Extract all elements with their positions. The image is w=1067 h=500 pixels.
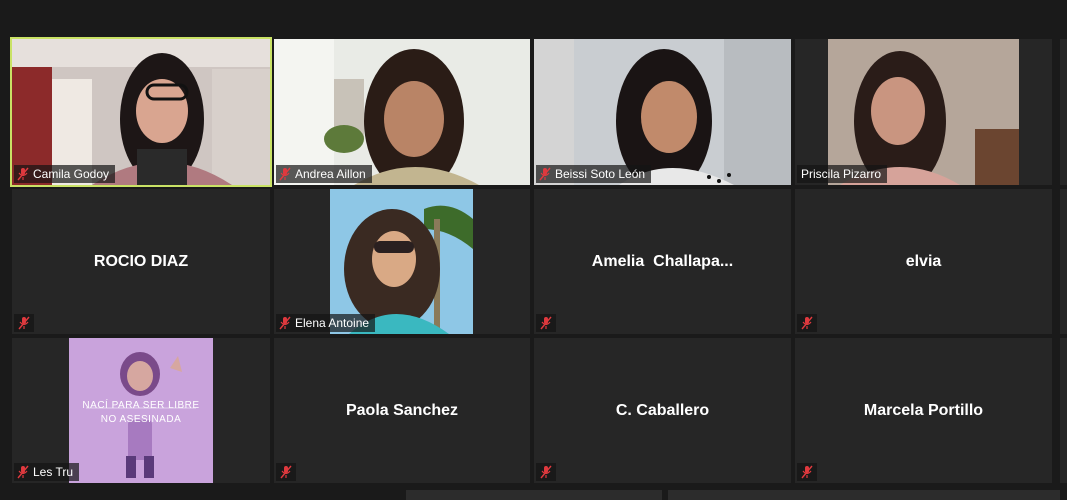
- participant-tile-marcela-portillo[interactable]: Marcela Portillo: [795, 338, 1052, 483]
- participant-tile-andrea-aillon[interactable]: Andrea Aillon: [274, 39, 530, 185]
- participant-tile-les-tru[interactable]: NACÍ PARA SER LIBRE NO ASESINADA Les Tru: [12, 338, 270, 483]
- participant-tile-elvia[interactable]: elvia: [795, 189, 1052, 334]
- next-page-tile-edge: [1060, 338, 1067, 483]
- name-label: Beissi Soto León: [536, 165, 652, 183]
- participant-name: Amelia Challapa...: [591, 252, 734, 270]
- participant-video: NACÍ PARA SER LIBRE NO ASESINADA: [12, 338, 270, 483]
- next-row-tile-edge: [668, 490, 1060, 500]
- participant-tile-camila-godoy[interactable]: Camila Godoy: [10, 37, 272, 187]
- participant-video: [534, 39, 791, 185]
- poster-line-2: NO ASESINADA: [100, 414, 182, 425]
- next-row-tile-edge: [406, 490, 662, 500]
- participant-name: Marcela Portillo: [863, 401, 984, 419]
- mute-indicator: [14, 314, 34, 332]
- participant-tile-amelia-challapa[interactable]: Amelia Challapa...: [534, 189, 791, 334]
- mute-indicator: [797, 463, 817, 481]
- participant-tile-rocio-diaz[interactable]: ROCIO DIAZ: [12, 189, 270, 334]
- muted-mic-icon: [279, 167, 291, 181]
- participant-name: ROCIO DIAZ: [93, 252, 189, 270]
- mute-indicator: [797, 314, 817, 332]
- muted-mic-icon: [540, 465, 552, 479]
- participant-name: Elena Antoine: [295, 316, 370, 330]
- participant-tile-paola-sanchez[interactable]: Paola Sanchez: [274, 338, 530, 483]
- participant-name: Priscila Pizarro: [801, 167, 882, 181]
- muted-mic-icon: [17, 465, 29, 479]
- next-page-tile-edge: [1060, 39, 1067, 185]
- participant-name: Beissi Soto León: [555, 167, 646, 181]
- participant-tile-elena-antoine[interactable]: Elena Antoine: [274, 189, 530, 334]
- participant-name: Camila Godoy: [33, 167, 110, 181]
- muted-mic-icon: [279, 316, 291, 330]
- name-label: Les Tru: [14, 463, 80, 481]
- participant-name: Les Tru: [33, 465, 74, 479]
- participant-name: Andrea Aillon: [295, 167, 366, 181]
- muted-mic-icon: [801, 465, 813, 479]
- name-label: Andrea Aillon: [276, 165, 372, 183]
- name-label: Camila Godoy: [14, 165, 116, 183]
- muted-mic-icon: [540, 316, 552, 330]
- video-gallery: Camila Godoy Andrea Aillon Beissi Soto L…: [10, 37, 1052, 483]
- poster-line-1: NACÍ PARA SER LIBRE: [82, 400, 200, 411]
- participant-name: C. Caballero: [615, 401, 710, 419]
- muted-mic-icon: [280, 465, 292, 479]
- participant-video: [274, 39, 530, 185]
- participant-tile-beissi-soto-leon[interactable]: Beissi Soto León: [534, 39, 791, 185]
- next-page-tile-edge: [1060, 189, 1067, 334]
- muted-mic-icon: [539, 167, 551, 181]
- mute-indicator: [276, 463, 296, 481]
- name-label: Elena Antoine: [276, 314, 376, 332]
- name-label: Priscila Pizarro: [797, 165, 888, 183]
- participant-video: [795, 39, 1052, 185]
- mute-indicator: [536, 314, 556, 332]
- muted-mic-icon: [18, 316, 30, 330]
- participant-tile-priscila-pizarro[interactable]: Priscila Pizarro: [795, 39, 1052, 185]
- participant-name: Paola Sanchez: [345, 401, 459, 419]
- participant-video: [12, 39, 270, 185]
- participant-tile-c-caballero[interactable]: C. Caballero: [534, 338, 791, 483]
- muted-mic-icon: [801, 316, 813, 330]
- mute-indicator: [536, 463, 556, 481]
- muted-mic-icon: [17, 167, 29, 181]
- participant-name: elvia: [905, 252, 942, 270]
- participant-video: [274, 189, 530, 334]
